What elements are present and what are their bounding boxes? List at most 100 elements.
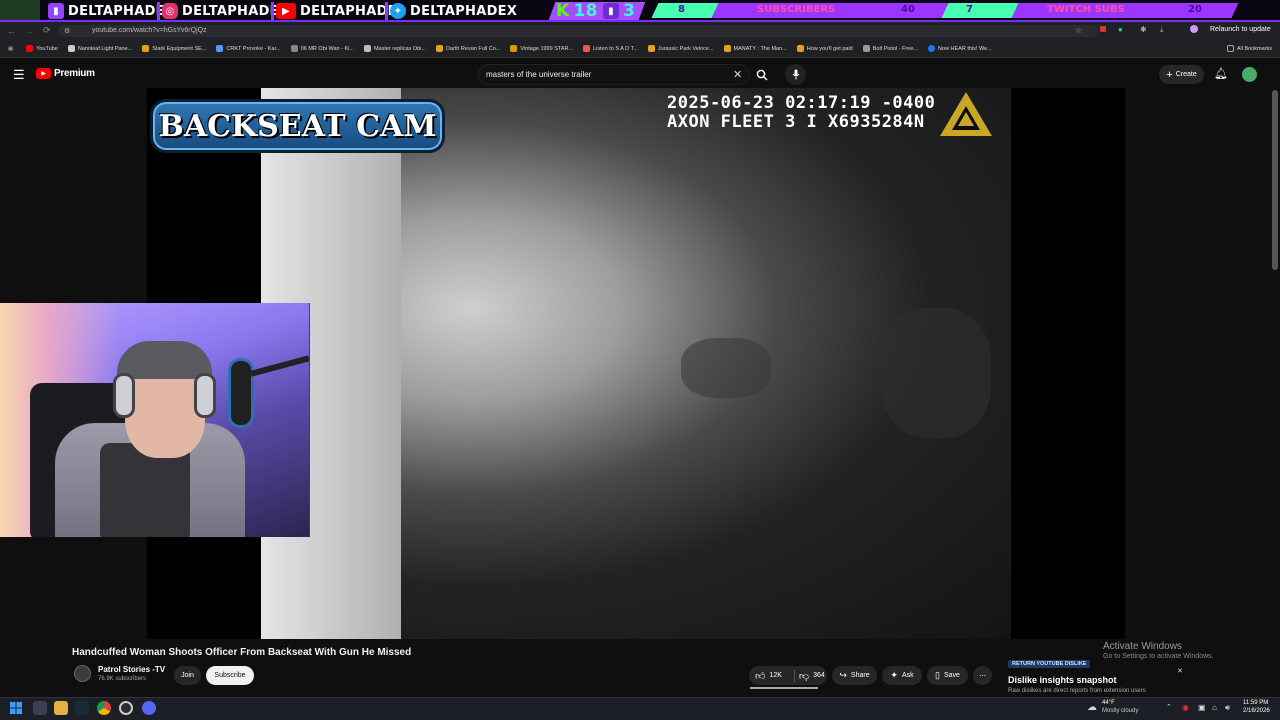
more-actions-button[interactable]: ⋯ <box>973 666 992 685</box>
like-count[interactable]: 12K <box>769 672 781 679</box>
close-icon[interactable]: ✕ <box>1177 667 1183 675</box>
twitch-count: 3 <box>623 1 636 21</box>
microphone <box>228 358 254 428</box>
bookmark-favicon <box>142 45 150 52</box>
thumbs-down-icon[interactable]: 👎︎ <box>799 670 809 682</box>
tray-chevron-icon[interactable]: ⌃ <box>1166 703 1172 711</box>
subscribe-button[interactable]: Subscribe <box>206 666 254 685</box>
goal-current: 7 <box>966 4 973 15</box>
backseat-cam-banner: BACKSEAT CAM <box>150 99 445 153</box>
site-info-icon[interactable]: ⚙ <box>64 27 70 35</box>
search-input[interactable]: masters of the universe trailer ✕ <box>478 64 750 85</box>
bookmark-item[interactable]: Vintage 1999 STAR... <box>505 45 578 52</box>
obs-icon[interactable] <box>119 701 133 715</box>
ryd-text: Raw dislikes are direct reports from ext… <box>1008 688 1146 694</box>
bookmark-label: Bolt Pistol - Free... <box>872 45 918 52</box>
chrome-icon[interactable] <box>97 701 111 715</box>
bookmark-item[interactable]: Listen to S A D T... <box>578 45 643 52</box>
bookmark-item[interactable]: Jurassic Park Veloce... <box>643 45 719 52</box>
bookmark-label: Now HEAR this! We... <box>937 45 992 52</box>
ask-button[interactable]: ✦ Ask <box>882 666 922 685</box>
bookmark-favicon <box>363 45 371 52</box>
bookmark-star-icon[interactable]: ☆ <box>1075 26 1082 35</box>
clear-search-icon[interactable]: ✕ <box>733 68 742 81</box>
bookmark-item[interactable]: How you'll get paid <box>792 45 858 52</box>
bookmark-item[interactable]: MANATY : The Man... <box>719 45 792 52</box>
extension-icon[interactable]: ● <box>1118 25 1123 34</box>
voice-search-button[interactable] <box>785 64 806 85</box>
forward-icon[interactable]: → <box>25 26 34 36</box>
bookmark-item[interactable]: Stark Equipment SE... <box>137 45 211 52</box>
create-label: Create <box>1175 71 1197 78</box>
join-button[interactable]: Join <box>174 666 201 685</box>
weather-desc[interactable]: Mostly cloudy <box>1102 708 1138 714</box>
bookmark-item[interactable]: YouTube <box>21 45 63 52</box>
extensions-puzzle-icon[interactable]: ✱ <box>1140 25 1147 34</box>
social-handle: DELTAPHADE <box>300 3 397 19</box>
divider <box>793 669 795 682</box>
task-view-icon[interactable] <box>33 701 47 715</box>
twitch-icon: ▮ <box>603 3 619 19</box>
url-field[interactable]: ⚙ youtube.com/watch?v=hGsYv6rQjQz <box>58 25 1098 37</box>
relaunch-button[interactable]: Relaunch to update <box>1210 26 1271 33</box>
dislike-count[interactable]: 364 <box>813 672 825 679</box>
menu-icon[interactable]: ☰ <box>13 67 25 83</box>
bookmark-item[interactable]: Bolt Pistol - Free... <box>858 45 923 52</box>
goal-label: TWITCH SUBS <box>1047 4 1125 15</box>
reload-icon[interactable]: ⟳ <box>43 25 51 36</box>
network-icon[interactable]: ⌂ <box>1212 703 1217 712</box>
bookmark-item[interactable]: CRKT Provoke - Kar... <box>211 45 285 52</box>
share-button[interactable]: ↪ Share <box>832 666 877 685</box>
all-bookmarks[interactable]: All Bookmarks <box>1222 45 1280 52</box>
activate-windows-text: Go to Settings to activate Windows. <box>1103 653 1214 660</box>
steam-icon[interactable] <box>75 701 89 715</box>
divider <box>157 2 160 20</box>
clock-time[interactable]: 11:59 PM <box>1243 700 1268 706</box>
save-label: Save <box>943 672 960 679</box>
more-icon: ⋯ <box>979 672 986 680</box>
kick-viewers: K 18 <box>556 1 598 20</box>
bookmark-item[interactable]: Nanoleaf Light Pane... <box>63 45 137 52</box>
bookmark-item[interactable]: Master replicas Obi... <box>359 45 431 52</box>
volume-icon[interactable]: 🔊︎ <box>1225 703 1230 713</box>
back-icon[interactable]: ← <box>7 26 16 36</box>
social-twitter: ✦ DELTAPHADEX <box>390 3 517 19</box>
bookmark-item[interactable]: Darth Revan Full Co... <box>431 45 505 52</box>
search-button[interactable] <box>751 64 773 85</box>
bodycam-device-id: AXON FLEET 3 I X6935284N <box>667 112 925 132</box>
activate-windows-title: Activate Windows <box>1103 641 1182 652</box>
download-icon[interactable]: ⤓ <box>1160 25 1164 35</box>
bookmarks-bar: ▦ YouTube Nanoleaf Light Pane... Stark E… <box>0 40 1280 58</box>
account-avatar[interactable] <box>1242 67 1257 82</box>
thumbs-up-icon[interactable]: 👍︎ <box>755 670 765 682</box>
divider <box>385 2 388 20</box>
channel-name[interactable]: Patrol Stories -TV <box>98 665 165 674</box>
tray-app-icon[interactable]: ▣ <box>1198 703 1206 712</box>
youtube-icon: ▶ <box>36 68 51 79</box>
notifications-bell-icon[interactable]: 🔔︎ <box>1214 67 1228 80</box>
twitter-icon: ✦ <box>390 3 406 19</box>
search-icon <box>756 69 768 80</box>
youtube-logo[interactable]: ▶ Premium <box>36 68 95 79</box>
weather-icon[interactable]: ☁ <box>1087 702 1097 713</box>
apps-grid-icon[interactable]: ▦ <box>0 46 21 52</box>
clock-date[interactable]: 2/16/2026 <box>1243 708 1270 714</box>
page-scrollbar[interactable] <box>1272 90 1278 270</box>
social-handle: DELTAPHADEX <box>410 3 518 19</box>
channel-avatar[interactable] <box>74 665 91 682</box>
profile-avatar[interactable] <box>1190 25 1198 33</box>
extension-icon[interactable] <box>1100 26 1106 32</box>
bodycam-stamp: 2025-06-23 02:17:19 -0400 AXON FLEET 3 I… <box>667 94 935 132</box>
bookmark-favicon <box>583 45 591 52</box>
save-button[interactable]: ▯ Save <box>927 666 968 685</box>
weather-temp[interactable]: 44°F <box>1102 700 1115 706</box>
bookmark-item[interactable]: Now HEAR this! We... <box>923 45 997 52</box>
file-explorer-icon[interactable] <box>54 701 68 715</box>
bookmark-item[interactable]: 06 MR Obi Wan - Ki... <box>286 45 359 52</box>
create-button[interactable]: + Create <box>1159 65 1204 84</box>
discord-icon[interactable] <box>142 701 156 715</box>
subscriber-count: 76.9K subscribers <box>98 676 147 682</box>
stream-overlay-bar: ▮ DELTAPHADE ◎ DELTAPHADE ▶ DELTAPHADE ✦… <box>0 0 1280 22</box>
tray-app-icon[interactable]: ◉ <box>1182 703 1189 712</box>
windows-start-icon[interactable] <box>10 702 22 714</box>
